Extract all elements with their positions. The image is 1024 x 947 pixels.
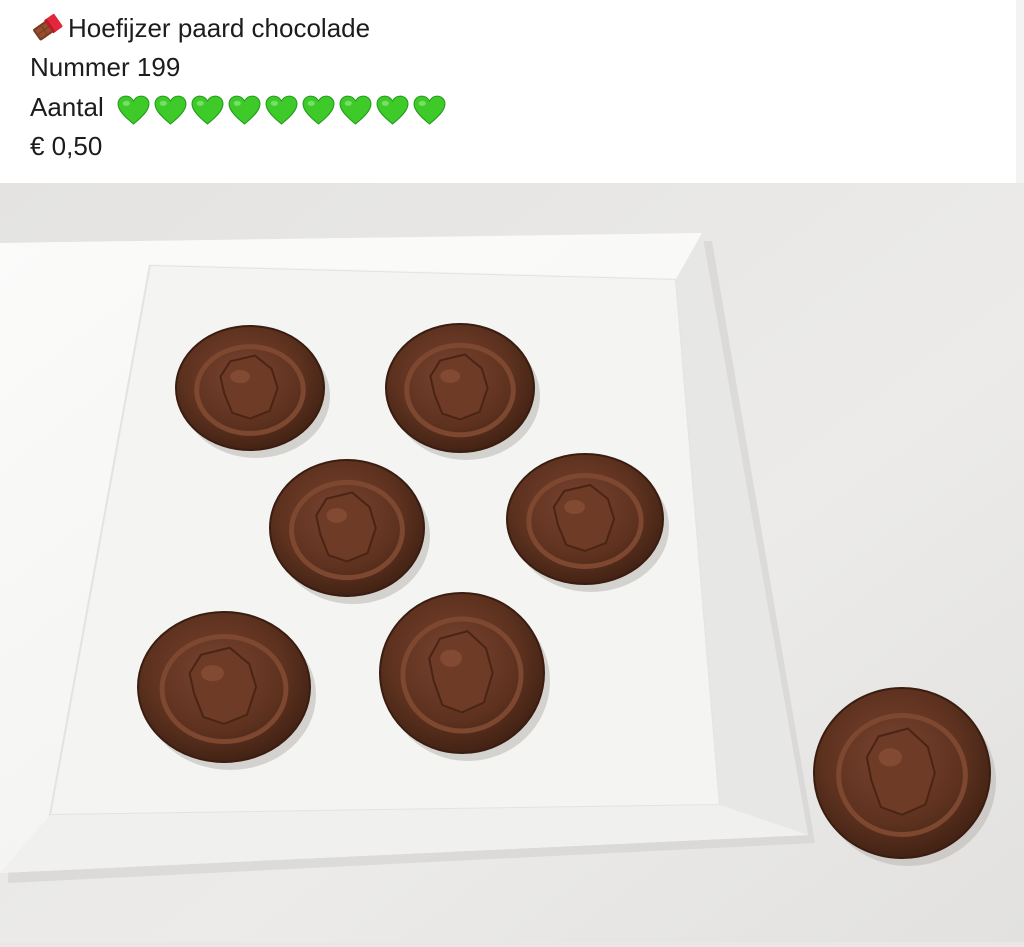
green-heart-icon [376, 95, 409, 125]
post-quantity: Aantal [30, 92, 450, 125]
chocolate-bar-icon [30, 13, 64, 49]
green-heart-icon [191, 95, 224, 125]
green-heart-icon [117, 95, 150, 125]
quantity-hearts [117, 93, 450, 125]
green-heart-icon [265, 95, 298, 125]
green-heart-icon [154, 95, 187, 125]
green-heart-icon [302, 95, 335, 125]
green-heart-icon [339, 95, 372, 125]
chocolates-photo [0, 183, 1024, 942]
green-heart-icon [228, 95, 261, 125]
quantity-label: Aantal [30, 92, 104, 122]
green-heart-icon [413, 95, 446, 125]
post-title: Hoefijzer paard chocolade [68, 13, 371, 43]
product-photo [0, 183, 1024, 942]
post-price: € 0,50 [30, 131, 103, 161]
post-text-panel: Hoefijzer paard chocolade Nummer 199 Aan… [0, 0, 1024, 183]
post-number: Nummer 199 [30, 52, 181, 82]
